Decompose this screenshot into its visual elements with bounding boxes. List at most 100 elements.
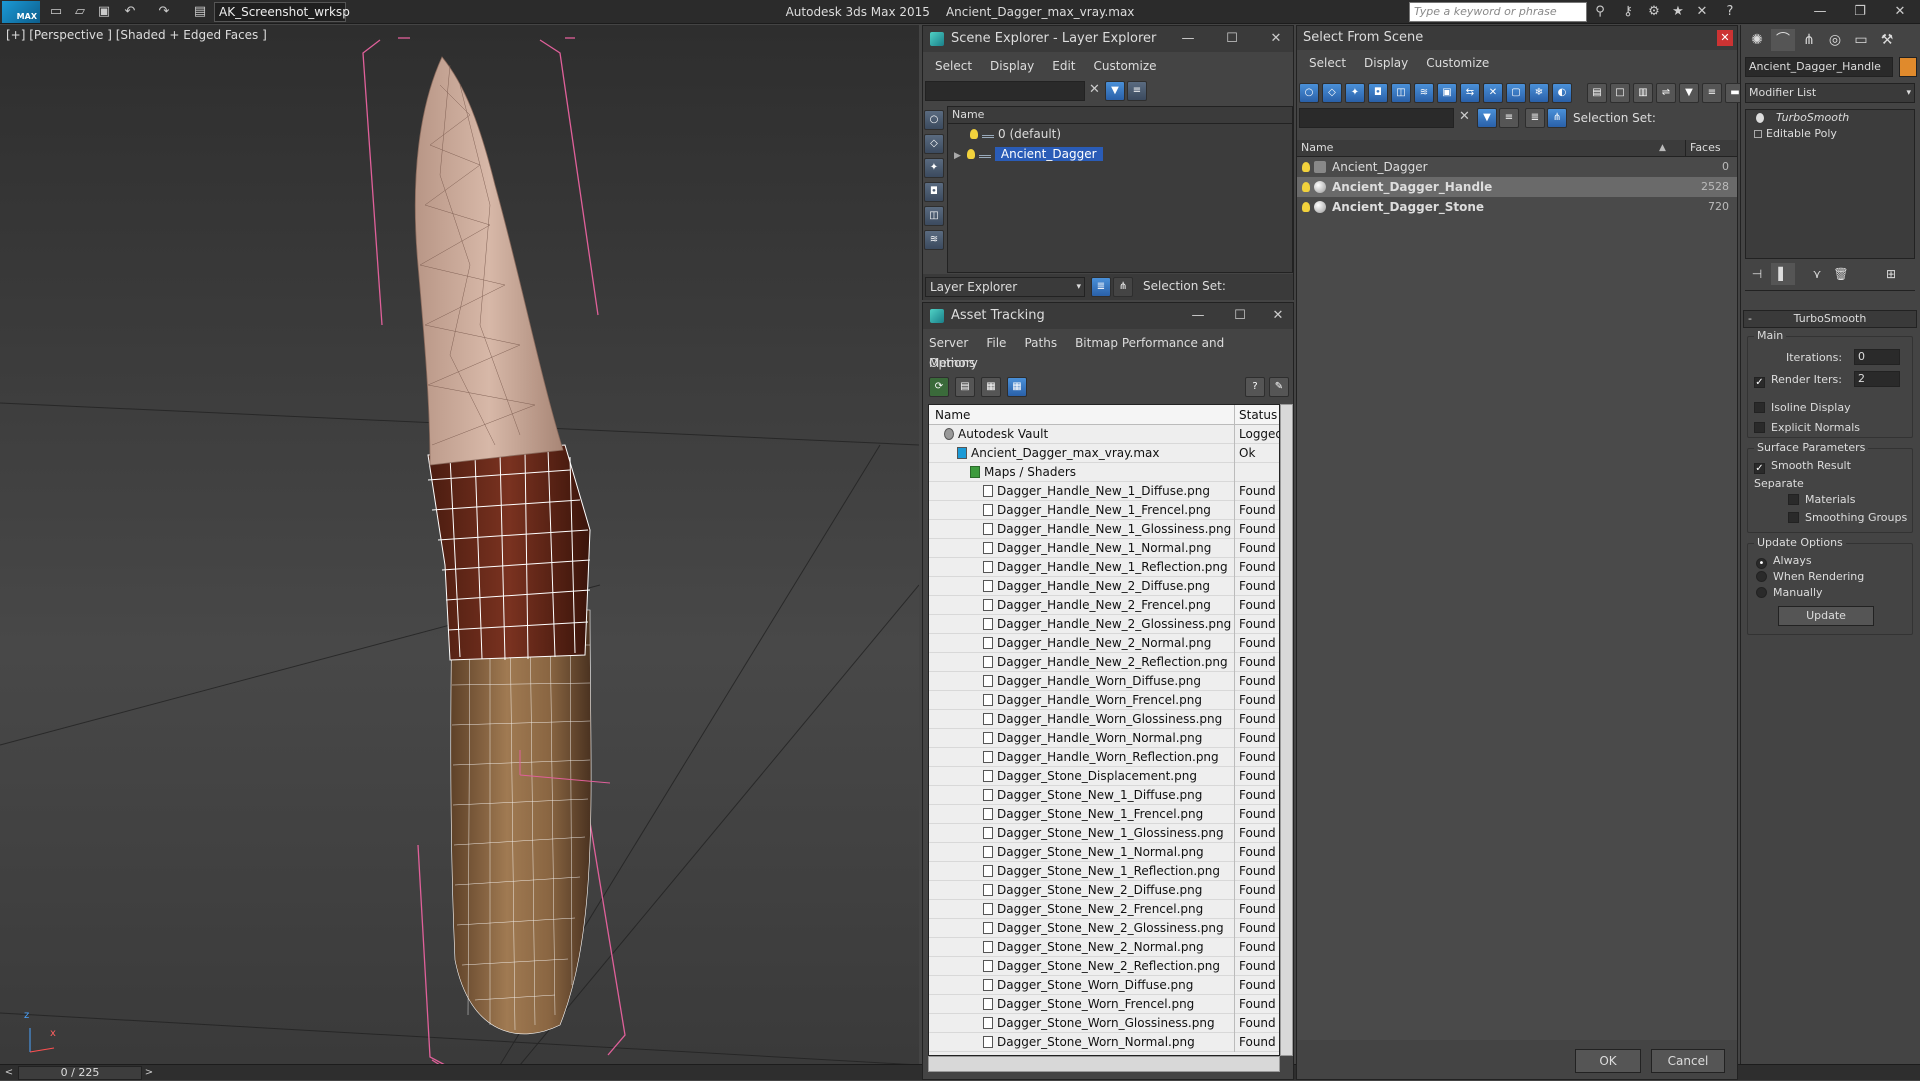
lightbulb-icon[interactable] xyxy=(1302,202,1310,212)
asset-row[interactable]: Dagger_Stone_Worn_Normal.png Found xyxy=(929,1033,1279,1052)
expand-arrow-icon[interactable]: ▶ xyxy=(954,151,961,161)
search-input[interactable]: Type a keyword or phrase xyxy=(1409,2,1587,22)
make-unique-icon[interactable]: ⋎ xyxy=(1805,263,1829,285)
scene-menu-edit[interactable]: Edit xyxy=(1052,59,1075,73)
show-end-result-icon[interactable]: ▌ xyxy=(1771,263,1795,285)
sfs-menu-display[interactable]: Display xyxy=(1364,56,1408,70)
object-color-swatch[interactable] xyxy=(1899,57,1917,77)
sfs-hierarchy-icon[interactable]: ⋔ xyxy=(1547,108,1567,128)
close-button[interactable]: ✕ xyxy=(1880,0,1920,24)
open-file-icon[interactable]: ▱ xyxy=(72,4,88,20)
asset-row[interactable]: Dagger_Handle_New_2_Normal.png Found xyxy=(929,634,1279,653)
table-view-icon[interactable]: ▦ xyxy=(1007,377,1027,397)
asset-maximize-button[interactable]: ☐ xyxy=(1225,303,1255,329)
asset-row[interactable]: Dagger_Stone_Worn_Glossiness.png Found xyxy=(929,1014,1279,1033)
asset-row[interactable]: Dagger_Stone_New_2_Normal.png Found xyxy=(929,938,1279,957)
clear-search-icon[interactable]: ✕ xyxy=(1089,82,1100,97)
smoothing-groups-checkbox[interactable]: Smoothing Groups xyxy=(1788,511,1907,525)
stack-item-turbosmooth[interactable]: TurboSmooth xyxy=(1746,110,1914,126)
thumbnail-view-icon[interactable]: ▦ xyxy=(981,377,1001,397)
sfs-clear-search-icon[interactable]: ✕ xyxy=(1459,109,1470,124)
scene-menu-select[interactable]: Select xyxy=(935,59,972,73)
asset-row[interactable]: Dagger_Handle_Worn_Glossiness.png Found xyxy=(929,710,1279,729)
undo-icon[interactable]: ↶ xyxy=(122,4,138,20)
render-iters-spinner[interactable]: 2 xyxy=(1854,371,1900,387)
asset-row[interactable]: Dagger_Handle_New_2_Diffuse.png Found xyxy=(929,577,1279,596)
object-name-field[interactable]: Ancient_Dagger_Handle xyxy=(1745,57,1893,77)
asset-menu-options[interactable]: Options xyxy=(929,356,975,370)
layer-tools-icon[interactable]: ≡ xyxy=(1127,81,1147,101)
asset-menu-server[interactable]: Server xyxy=(929,336,968,350)
asset-row[interactable]: Dagger_Stone_New_1_Frencel.png Found xyxy=(929,805,1279,824)
pin-stack-icon[interactable]: ⊣ xyxy=(1745,263,1769,285)
asset-row[interactable]: Maps / Shaders xyxy=(929,463,1279,482)
sfs-layers-icon[interactable]: ≡ xyxy=(1499,108,1519,128)
turbosmooth-rollout-header[interactable]: - TurboSmooth xyxy=(1743,310,1917,328)
scene-menu-display[interactable]: Display xyxy=(990,59,1034,73)
asset-row[interactable]: Dagger_Stone_New_1_Diffuse.png Found xyxy=(929,786,1279,805)
scene-explorer-titlebar[interactable]: Scene Explorer - Layer Explorer — ☐ ✕ xyxy=(923,26,1293,52)
asset-row[interactable]: Dagger_Handle_New_2_Reflection.png Found xyxy=(929,653,1279,672)
toggle-all-icon[interactable]: ▤ xyxy=(1587,83,1607,103)
toggle-helpers-icon[interactable]: ◫ xyxy=(1391,83,1411,103)
display-shapes-icon[interactable]: ◇ xyxy=(924,134,944,154)
manually-radio[interactable]: Manually xyxy=(1756,586,1823,600)
toggle-frozen-icon[interactable]: ❄ xyxy=(1529,83,1549,103)
refresh-icon[interactable]: ⟳ xyxy=(929,377,949,397)
display-cameras-icon[interactable]: ◘ xyxy=(924,182,944,202)
project-folder-icon[interactable]: ▤ xyxy=(192,4,208,20)
ok-button[interactable]: OK xyxy=(1575,1049,1641,1073)
sfs-menu-customize[interactable]: Customize xyxy=(1426,56,1489,70)
scene-menu-customize[interactable]: Customize xyxy=(1094,59,1157,73)
asset-col-status[interactable]: Status xyxy=(1234,405,1279,425)
toggle-groups-icon[interactable]: ▣ xyxy=(1437,83,1457,103)
hierarchy-view-icon[interactable]: ⋔ xyxy=(1113,277,1133,297)
scene-object-row[interactable]: Ancient_Dagger 0 xyxy=(1297,157,1737,177)
app-logo-icon[interactable]: MAX xyxy=(2,1,40,23)
remove-modifier-icon[interactable]: 🗑 xyxy=(1829,263,1853,285)
time-slider[interactable]: 0 / 225 xyxy=(18,1066,142,1080)
display-geometry-icon[interactable]: ○ xyxy=(924,110,944,130)
lightbulb-icon[interactable] xyxy=(966,149,975,159)
toggle-lights-icon[interactable]: ✦ xyxy=(1345,83,1365,103)
explicit-normals-checkbox[interactable]: Explicit Normals xyxy=(1754,421,1860,435)
asset-row[interactable]: Dagger_Handle_New_2_Glossiness.png Found xyxy=(929,615,1279,634)
toggle-hidden-icon[interactable]: ◐ xyxy=(1552,83,1572,103)
utilities-tab-icon[interactable]: ⚒ xyxy=(1875,29,1899,51)
scene-explorer-close-button[interactable]: ✕ xyxy=(1261,26,1291,52)
asset-row[interactable]: Dagger_Handle_New_2_Frencel.png Found xyxy=(929,596,1279,615)
materials-checkbox[interactable]: Materials xyxy=(1788,493,1855,507)
restore-button[interactable]: ❐ xyxy=(1840,0,1880,24)
scene-object-row[interactable]: Ancient_Dagger_Stone 720 xyxy=(1297,197,1737,217)
binoculars-icon[interactable]: ⚲ xyxy=(1592,4,1608,20)
sfs-search-input[interactable] xyxy=(1299,108,1454,128)
asset-row[interactable]: Dagger_Stone_Worn_Frencel.png Found xyxy=(929,995,1279,1014)
create-tab-icon[interactable]: ✺ xyxy=(1745,29,1769,51)
toggle-shapes-icon[interactable]: ◇ xyxy=(1322,83,1342,103)
layer-row[interactable]: 0 (default) xyxy=(948,124,1292,144)
modifier-on-icon[interactable] xyxy=(1756,113,1764,123)
asset-horizontal-scrollbar[interactable] xyxy=(928,1056,1280,1072)
toggle-none-icon[interactable]: □ xyxy=(1610,83,1630,103)
modifier-list-dropdown[interactable]: Modifier List ▾ xyxy=(1745,83,1915,103)
explorer-type-dropdown[interactable]: Layer Explorer ▾ xyxy=(925,277,1085,297)
close-x-icon[interactable]: ✕ xyxy=(1694,4,1710,20)
toggle-xrefs-icon[interactable]: ⇆ xyxy=(1460,83,1480,103)
asset-row[interactable]: Dagger_Stone_New_1_Reflection.png Found xyxy=(929,862,1279,881)
lightbulb-icon[interactable] xyxy=(970,129,978,139)
select-from-scene-titlebar[interactable]: Select From Scene ✕ xyxy=(1297,26,1737,50)
asset-row[interactable]: Dagger_Stone_New_2_Diffuse.png Found xyxy=(929,881,1279,900)
motion-tab-icon[interactable]: ◎ xyxy=(1823,29,1847,51)
sfs-layer-explorer-icon[interactable]: ≣ xyxy=(1525,108,1545,128)
asset-menu-paths[interactable]: Paths xyxy=(1024,336,1057,350)
new-file-icon[interactable]: ▭ xyxy=(48,4,64,20)
lightbulb-icon[interactable] xyxy=(1302,162,1310,172)
scene-search-input[interactable] xyxy=(925,81,1085,101)
render-iters-checkbox[interactable]: ✓ Render Iters: xyxy=(1754,373,1842,388)
asset-row[interactable]: Dagger_Handle_Worn_Normal.png Found xyxy=(929,729,1279,748)
help-icon[interactable]: ? xyxy=(1722,4,1738,20)
layer-row[interactable]: ▶ Ancient_Dagger xyxy=(948,144,1292,164)
toggle-cameras-icon[interactable]: ◘ xyxy=(1368,83,1388,103)
toggle-spacewarps-icon[interactable]: ≋ xyxy=(1414,83,1434,103)
asset-row[interactable]: Dagger_Stone_New_2_Glossiness.png Found xyxy=(929,919,1279,938)
